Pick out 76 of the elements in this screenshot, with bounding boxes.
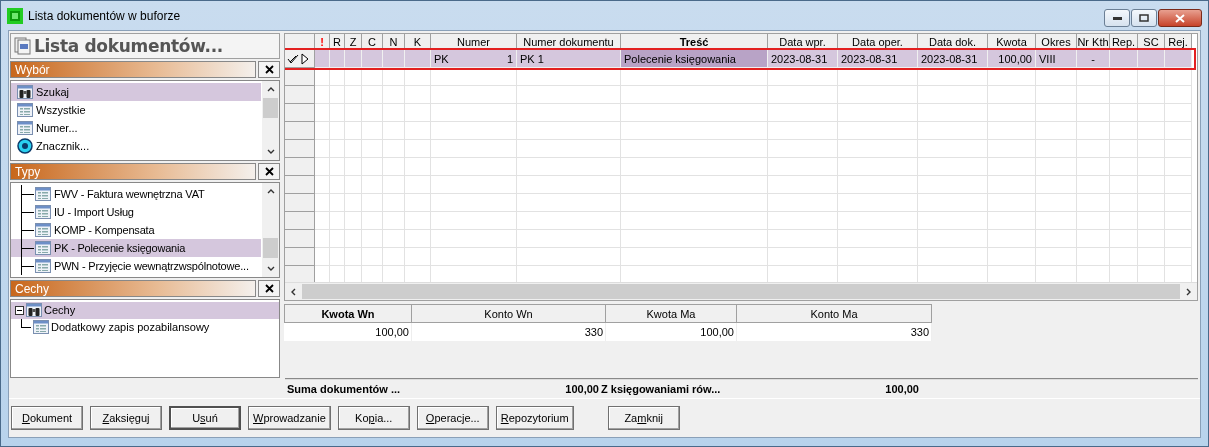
column-header[interactable]: Kwota Ma <box>606 304 737 323</box>
action-button[interactable]: Dokument <box>11 406 83 430</box>
tree-item[interactable]: Dodatkowy zapis pozabilansowy <box>11 318 279 336</box>
panel-title: Lista dokumentów... <box>34 35 223 56</box>
window-title: Lista dokumentów w buforze <box>28 8 181 23</box>
table-row[interactable]: PK 1 PK 1 Polecenie księgowania 2023-08-31 2023-08-31 2023-08-31 100,00 VIII - <box>285 50 1197 68</box>
summary-label: Suma dokumentów ... <box>286 383 402 395</box>
table-cell: 330 <box>737 323 932 341</box>
table-cell: 100,00 <box>606 323 737 341</box>
row-header[interactable] <box>285 50 315 68</box>
minimize-icon <box>1112 16 1122 20</box>
list-icon <box>35 241 51 256</box>
list-icon <box>35 205 51 220</box>
table-cell: VIII <box>1036 50 1077 68</box>
action-button[interactable]: Zamknij <box>607 406 680 430</box>
list-icon <box>17 102 33 117</box>
summary-value: 100,00 <box>564 383 599 395</box>
scroll-thumb[interactable] <box>302 284 1180 299</box>
tree-item[interactable]: Cechy <box>11 301 279 319</box>
summary-label: Z księgowaniami rów... <box>600 383 722 395</box>
column-header[interactable]: Konto Ma <box>737 304 932 323</box>
table-cell: PK 1 <box>431 50 517 68</box>
binoculars-icon <box>26 303 42 318</box>
list-item[interactable]: Szukaj <box>11 82 261 101</box>
section-header: Wybór <box>10 60 256 78</box>
app-icon <box>7 7 23 24</box>
table-cell: - <box>1077 50 1110 68</box>
column-header[interactable]: Konto Wn <box>412 304 606 323</box>
close-icon <box>264 167 274 177</box>
tree-item[interactable]: PWN - Przyjęcie wewnątrzwspólnotowe... <box>11 257 261 276</box>
edit-check-icon <box>287 52 299 65</box>
action-button[interactable]: Kopia... <box>337 406 410 430</box>
maximize-button[interactable] <box>1131 9 1157 27</box>
table-cell: 100,00 <box>284 323 412 341</box>
tree-item[interactable]: IU - Import Usług <box>11 203 261 222</box>
documents-icon <box>14 36 32 55</box>
close-icon <box>1175 13 1185 23</box>
close-icon <box>264 64 274 74</box>
close-button[interactable] <box>258 163 280 181</box>
table-cell: 2023-08-31 <box>838 50 918 68</box>
table-cell: 2023-08-31 <box>918 50 988 68</box>
list-icon <box>17 120 33 135</box>
list-item[interactable]: Znacznik... <box>11 136 261 155</box>
action-button[interactable]: Operacje... <box>416 406 489 430</box>
minimize-button[interactable] <box>1104 9 1130 27</box>
table-cell: Polecenie księgowania <box>621 50 768 68</box>
tree-item[interactable]: PK - Polecenie księgowania <box>11 239 261 258</box>
maximize-icon <box>1139 14 1149 22</box>
summary-value: 100,00 <box>884 383 919 395</box>
list-item[interactable]: Wszystkie <box>11 100 261 119</box>
list-icon <box>35 223 51 238</box>
circle-icon <box>17 137 33 154</box>
list-icon <box>35 187 51 202</box>
binoculars-icon <box>17 84 33 99</box>
collapse-icon[interactable] <box>15 305 24 315</box>
table-cell: 2023-08-31 <box>768 50 838 68</box>
close-button[interactable] <box>258 279 280 297</box>
scroll-thumb[interactable] <box>263 238 278 259</box>
section-header: Typy <box>10 163 256 181</box>
list-icon <box>33 320 49 335</box>
section-header: Cechy <box>10 279 256 297</box>
scroll-thumb[interactable] <box>263 97 278 118</box>
action-button[interactable]: Zaksięguj <box>90 406 162 430</box>
close-button[interactable] <box>1158 9 1202 27</box>
list-item[interactable]: Numer... <box>11 118 261 137</box>
list-icon <box>35 259 51 274</box>
action-button[interactable]: Repozytorium <box>495 406 574 430</box>
close-button[interactable] <box>258 60 280 78</box>
action-button[interactable]: Usuń <box>169 406 241 430</box>
close-icon <box>264 283 274 293</box>
tree-item[interactable]: FWV - Faktura wewnętrzna VAT <box>11 185 261 204</box>
table-cell: 100,00 <box>988 50 1036 68</box>
table-cell: 330 <box>412 323 606 341</box>
column-header[interactable]: Kwota Wn <box>284 304 412 323</box>
table-cell: PK 1 <box>517 50 621 68</box>
action-button[interactable]: Wprowadzanie <box>248 406 331 430</box>
